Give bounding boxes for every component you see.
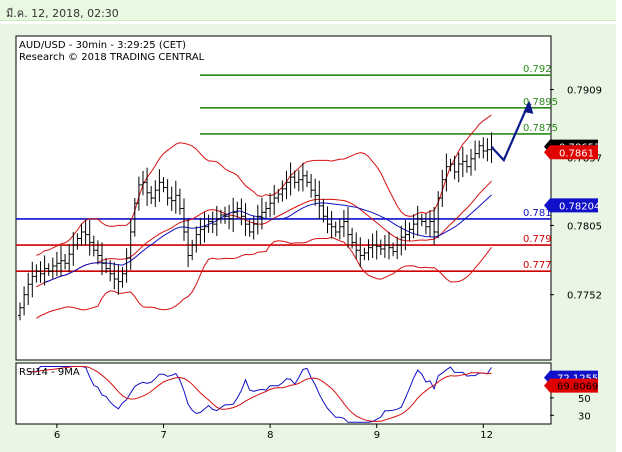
rsi-y-tick-label: 50 — [578, 394, 591, 405]
y-tick-label: 0.7752 — [567, 291, 602, 302]
rsi-panel — [15, 362, 552, 425]
x-tick-label: 12 — [480, 430, 493, 441]
date-banner: มี.ค. 12, 2018, 02:30 — [0, 0, 616, 21]
price-tag-label: 0.78204 — [559, 201, 600, 212]
chart-frame: 0.79090.78570.78050.77526789120.7920.789… — [0, 24, 616, 452]
x-tick-label: 9 — [374, 430, 380, 441]
chart-canvas: 0.79090.78570.78050.77526789120.7920.789… — [15, 35, 602, 441]
chart-title: AUD/USD - 30min - 3:29:25 (CET) — [19, 40, 186, 51]
rsi-title: RSI14 - 9MA — [19, 367, 80, 378]
price-panel — [15, 35, 552, 361]
y-tick-label: 0.7805 — [567, 221, 602, 232]
level-label: 0.7875 — [523, 123, 558, 134]
x-tick-label: 8 — [267, 430, 273, 441]
x-tick-label: 6 — [54, 430, 60, 441]
rsi-value-tag-label: 69.8069 — [557, 382, 598, 393]
level-label: 0.779 — [523, 234, 552, 245]
price-tag-label: 0.7861 — [559, 148, 594, 159]
level-label: 0.781 — [523, 208, 552, 219]
level-label: 0.792 — [523, 64, 552, 75]
level-label: 0.777 — [523, 260, 552, 271]
chart-subtitle: Research © 2018 TRADING CENTRAL — [19, 52, 205, 63]
rsi-y-tick-label: 30 — [578, 411, 591, 422]
date-label: มี.ค. 12, 2018, 02:30 — [6, 7, 119, 20]
y-tick-label: 0.7909 — [567, 86, 602, 97]
x-tick-label: 7 — [161, 430, 167, 441]
